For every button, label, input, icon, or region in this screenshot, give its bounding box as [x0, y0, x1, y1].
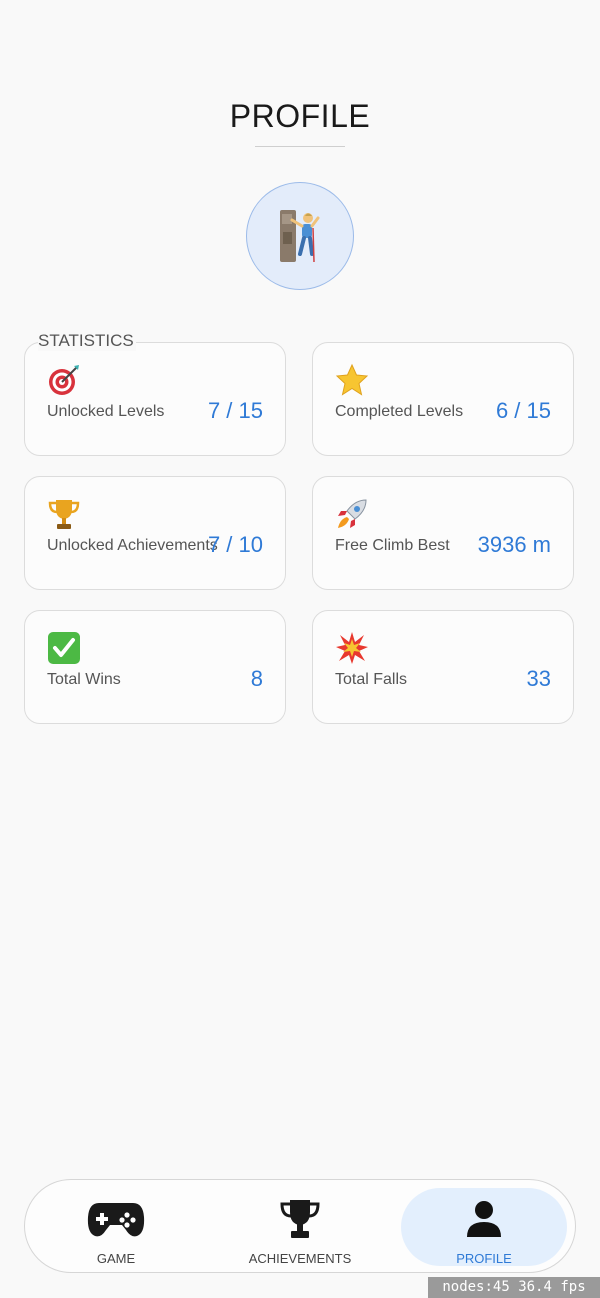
- stat-label: Free Climb Best: [335, 537, 450, 554]
- nav-tab-game[interactable]: GAME: [33, 1188, 199, 1266]
- nav-label: ACHIEVEMENTS: [248, 1251, 352, 1266]
- stat-label: Total Falls: [335, 671, 408, 688]
- avatar[interactable]: [246, 182, 354, 290]
- stat-card-unlocked-levels: Unlocked Levels 7 / 15: [24, 342, 286, 456]
- stat-value: 7 / 15: [207, 398, 263, 423]
- checkmark-icon: [47, 631, 81, 665]
- stat-card-completed-levels: Completed Levels 6 / 15: [312, 342, 574, 456]
- stat-card-unlocked-achievements: Unlocked Achievements 7 / 10: [24, 476, 286, 590]
- person-icon: [467, 1201, 501, 1237]
- stat-label: Completed Levels: [335, 403, 464, 420]
- stat-value: 6 / 15: [495, 398, 551, 423]
- stat-value: 33: [526, 666, 551, 691]
- stat-value: 7 / 10: [207, 532, 263, 557]
- nav-tab-profile[interactable]: PROFILE: [401, 1188, 567, 1266]
- stat-label: Unlocked Levels: [47, 403, 165, 420]
- stat-label: Unlocked Achievements: [47, 537, 218, 554]
- statistics-label: STATISTICS: [38, 331, 136, 351]
- stat-card-total-falls: Total Falls 33: [312, 610, 574, 724]
- star-icon: [335, 363, 369, 397]
- stat-label: Total Wins: [47, 671, 121, 688]
- gamepad-icon: [87, 1203, 145, 1237]
- debug-overlay: nodes:45 36.4 fps: [428, 1277, 600, 1298]
- stat-value: 3936 m: [477, 532, 551, 557]
- stat-card-total-wins: Total Wins 8: [24, 610, 286, 724]
- bottom-nav: GAME ACHIEVEMENTS PROFILE: [24, 1179, 576, 1273]
- nav-tab-achievements[interactable]: ACHIEVEMENTS: [217, 1188, 383, 1266]
- trophy-icon: [47, 497, 81, 531]
- rock-climber-icon: [280, 210, 320, 263]
- nav-label: GAME: [96, 1251, 136, 1266]
- explosion-icon: [335, 631, 369, 665]
- stat-card-free-climb-best: Free Climb Best 3936 m: [312, 476, 574, 590]
- stat-value: 8: [250, 666, 263, 691]
- title-divider: [255, 146, 345, 147]
- rocket-icon: [335, 497, 369, 531]
- trophy-icon: [280, 1200, 320, 1238]
- page-title: PROFILE: [229, 98, 371, 134]
- target-icon: [47, 363, 81, 397]
- nav-label: PROFILE: [456, 1251, 512, 1266]
